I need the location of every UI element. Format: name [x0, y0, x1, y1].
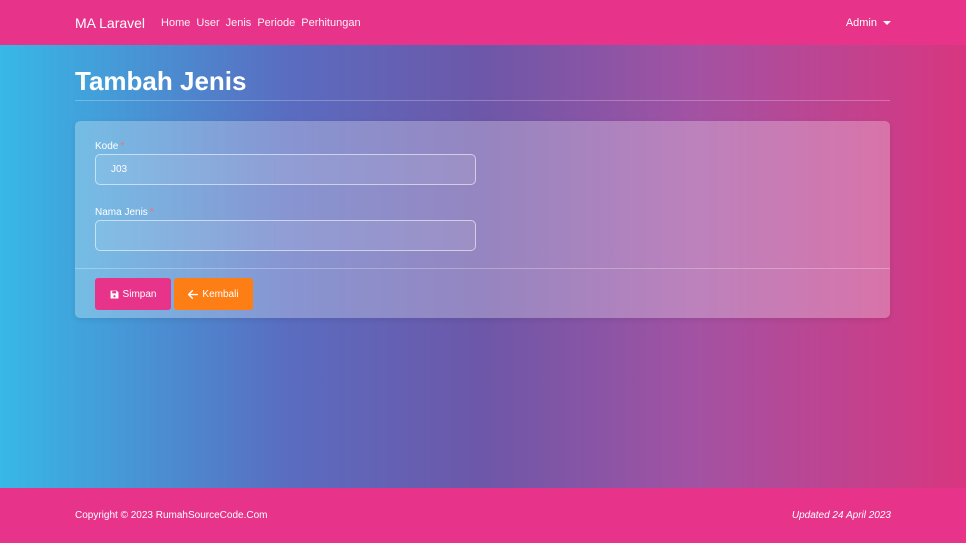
required-mark: *: [149, 207, 154, 218]
floppy-disk-icon: [110, 290, 118, 298]
nama-jenis-input[interactable]: [95, 220, 476, 251]
save-button-label: Simpan: [122, 288, 157, 300]
nav-link-user[interactable]: User: [196, 17, 219, 29]
required-mark: *: [120, 141, 125, 152]
footer-updated: Updated 24 April 2023: [791, 510, 891, 521]
caret-down-icon: [883, 20, 891, 25]
nama-jenis-label: Nama Jenis *: [95, 207, 154, 218]
kode-input[interactable]: [95, 154, 476, 185]
brand-link[interactable]: MA Laravel: [75, 15, 145, 31]
user-menu-toggle[interactable]: Admin: [846, 17, 891, 29]
back-button-label: Kembali: [202, 288, 239, 300]
save-button[interactable]: Simpan: [95, 278, 171, 310]
footer: Copyright © 2023 RumahSourceCode.Com Upd…: [0, 488, 966, 543]
page-title: Tambah Jenis: [75, 66, 247, 96]
nav-links: Home User Jenis Periode Perhitungan: [161, 17, 367, 29]
back-button[interactable]: Kembali: [174, 278, 253, 310]
footer-copyright: Copyright © 2023 RumahSourceCode.Com: [75, 510, 268, 521]
nama-jenis-label-text: Nama Jenis: [95, 207, 148, 218]
nav-link-perhitungan[interactable]: Perhitungan: [301, 17, 360, 29]
card-footer-divider: [75, 268, 890, 269]
arrow-left-icon: [188, 289, 199, 299]
form-card: Kode* Nama Jenis* Simpan Kembali: [75, 121, 890, 318]
nav-link-home[interactable]: Home: [161, 17, 190, 29]
kode-label-text: Kode: [95, 141, 119, 152]
user-menu-label: Admin: [845, 16, 877, 29]
kode-label: Kode *: [95, 141, 124, 152]
navbar: MA Laravel Home User Jenis Periode Perhi…: [0, 0, 966, 45]
nav-link-periode[interactable]: Periode: [257, 17, 295, 29]
title-divider: [75, 100, 890, 101]
nav-link-jenis[interactable]: Jenis: [226, 17, 252, 29]
